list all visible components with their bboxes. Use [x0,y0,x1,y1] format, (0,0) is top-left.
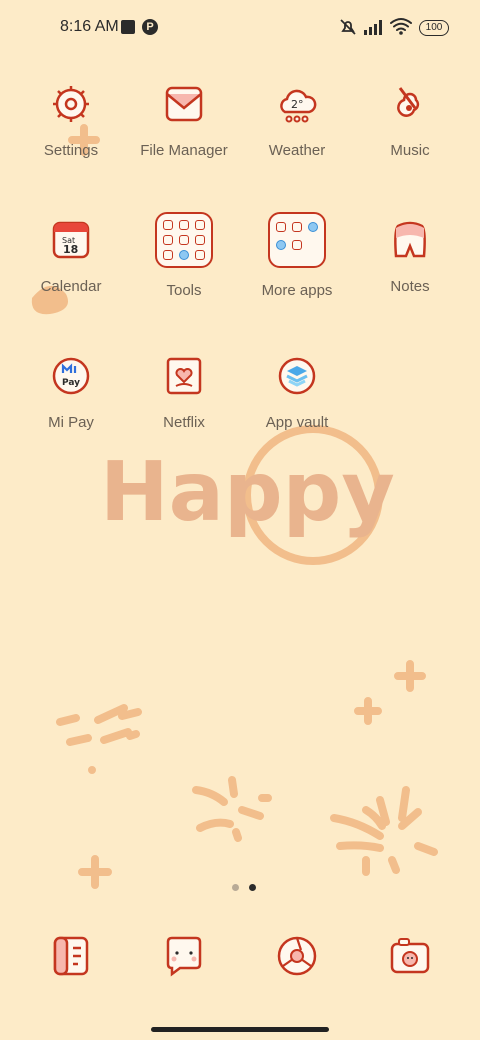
wifi-icon [390,18,412,35]
camera-icon[interactable] [388,934,432,978]
app-mi-pay[interactable]: Pay Mi Pay [16,356,126,431]
battery-indicator: 100 [419,20,449,36]
app-label: Settings [43,142,99,159]
app-label: More apps [261,282,333,299]
app-label: Tools [166,282,202,299]
mute-icon [340,19,356,35]
app-label: Music [390,142,430,159]
settings-icon [53,86,89,122]
app-settings[interactable]: Settings [16,84,126,159]
app-file-manager[interactable]: File Manager [129,84,239,159]
mi-pay-icon: Pay [52,357,90,395]
app-notes[interactable]: Notes [355,220,465,295]
envelope-icon [165,86,203,122]
calendar-icon: Sat 18 [52,221,90,259]
app-label: Calendar [40,278,102,295]
browser-icon[interactable] [275,934,319,978]
notification-square-icon [121,20,135,34]
app-label: Netflix [163,414,205,431]
app-music[interactable]: Music [355,84,465,159]
app-label: Weather [268,142,326,159]
home-indicator-bar[interactable] [151,1027,329,1032]
guitar-icon [397,87,420,117]
app-label: Mi Pay [48,414,94,431]
app-app-vault[interactable]: App vault [242,356,352,431]
app-label: File Manager [140,142,228,159]
app-netflix[interactable]: Netflix [129,356,239,431]
svg-text:Pay: Pay [62,378,80,388]
page-dot[interactable] [232,884,239,891]
wallpaper-happy-text: Happy [100,445,395,540]
app-label: Notes [390,278,430,295]
app-folder-tools[interactable]: Tools [129,212,239,299]
app-vault-icon [278,357,316,395]
svg-text:18: 18 [63,243,78,256]
folder-icon [268,212,326,268]
weather-cloud-icon: 2° [280,89,317,123]
svg-text:2°: 2° [291,98,304,111]
app-weather[interactable]: 2° Weather [242,84,352,159]
status-bar: 8:16 AM P 100 [0,0,480,56]
page-indicator[interactable] [227,878,261,896]
folder-icon [155,212,213,268]
page-dot-active[interactable] [249,884,256,891]
signal-icon [364,20,382,35]
notification-p-icon: P [142,19,158,35]
app-folder-more-apps[interactable]: More apps [242,212,352,299]
phone-icon[interactable] [49,934,93,978]
heart-frame-icon [166,357,202,395]
app-calendar[interactable]: Sat 18 Calendar [16,220,126,295]
messages-icon[interactable] [162,934,206,978]
tooth-icon [394,221,426,258]
app-label: App vault [265,414,329,431]
status-time: 8:16 AM [60,18,119,35]
